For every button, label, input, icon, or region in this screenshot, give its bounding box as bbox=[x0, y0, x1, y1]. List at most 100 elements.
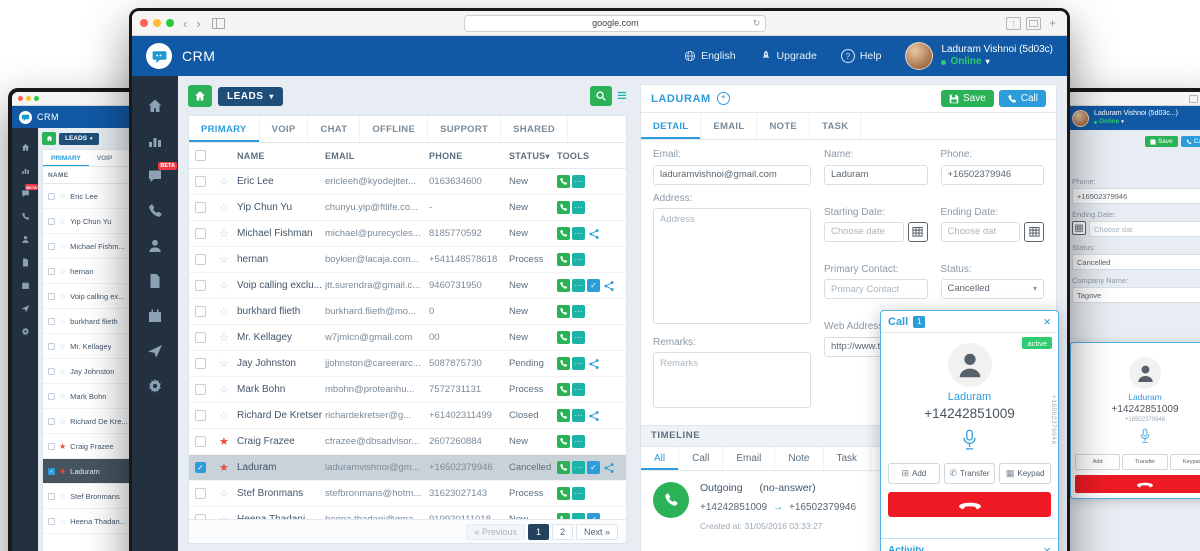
lead-row[interactable]: ☆ Yip Chun Yu chunyu.yip@ftlife.co... - New ·… bbox=[189, 195, 626, 221]
row-checkbox[interactable]: ✓ bbox=[195, 462, 206, 473]
lead-row[interactable]: ☆ hernan boykier@lacaja.com... +54114857861… bbox=[189, 247, 626, 273]
call-tool-icon[interactable] bbox=[557, 175, 570, 188]
timeline-tab-task[interactable]: Task bbox=[824, 446, 872, 470]
leads-tab-voip[interactable]: VOIP bbox=[260, 116, 309, 142]
star-icon[interactable]: ☆ bbox=[59, 517, 66, 526]
close-window-button[interactable] bbox=[140, 19, 148, 27]
row-checkbox[interactable] bbox=[195, 254, 206, 265]
email-field[interactable] bbox=[653, 164, 811, 185]
page-1-button[interactable]: 1 bbox=[527, 523, 549, 540]
user-icon[interactable] bbox=[12, 228, 38, 251]
lead-row[interactable]: ✓ ★ Laduram laduramvishnoi@gm... +1650237994… bbox=[189, 455, 626, 481]
call-button[interactable]: Call bbox=[1180, 136, 1200, 147]
call-tool-icon[interactable] bbox=[557, 487, 570, 500]
detail-tab-note[interactable]: NOTE bbox=[757, 113, 811, 139]
chat-tool-icon[interactable]: ··· bbox=[572, 357, 585, 370]
call-tool-icon[interactable] bbox=[557, 357, 570, 370]
minimize-window-button[interactable] bbox=[26, 96, 31, 101]
share-tool-icon[interactable] bbox=[587, 409, 600, 422]
address-field[interactable] bbox=[653, 207, 811, 324]
phone-icon[interactable] bbox=[132, 193, 178, 228]
status-badge[interactable]: Online ▾ bbox=[1094, 118, 1178, 126]
leads-tab-offline[interactable]: OFFLINE bbox=[360, 116, 429, 142]
remarks-field[interactable] bbox=[653, 351, 811, 408]
chat-tool-icon[interactable]: ··· bbox=[572, 435, 585, 448]
transfer-call-button[interactable]: ✆ Transfer bbox=[943, 463, 996, 484]
chat-tool-icon[interactable]: ··· bbox=[572, 331, 585, 344]
print-icon[interactable] bbox=[1189, 94, 1198, 103]
next-page-button[interactable]: Next » bbox=[575, 523, 618, 540]
zoom-window-button[interactable] bbox=[166, 19, 174, 27]
breadcrumb[interactable]: LEADS ▾ bbox=[59, 132, 99, 145]
lead-row[interactable]: ☆ Richard De Kretser richardekretser@g... +… bbox=[189, 403, 626, 429]
row-checkbox[interactable] bbox=[195, 176, 206, 187]
name-field[interactable] bbox=[824, 164, 928, 185]
lead-row[interactable]: ☆ Stef Bronmans stefbronmans@hotm... 316230… bbox=[189, 481, 626, 507]
call-tool-icon[interactable] bbox=[557, 279, 570, 292]
select-all-checkbox[interactable] bbox=[195, 150, 206, 161]
send-icon[interactable] bbox=[132, 333, 178, 368]
assign-tool-icon[interactable]: ✓ bbox=[587, 279, 600, 292]
doc-icon[interactable] bbox=[132, 263, 178, 298]
star-icon[interactable]: ★ bbox=[59, 442, 66, 451]
phone-column-header[interactable]: PHONE bbox=[429, 151, 509, 161]
gear-icon[interactable] bbox=[12, 320, 38, 343]
cal-icon[interactable] bbox=[132, 298, 178, 333]
chat-tool-icon[interactable]: ··· bbox=[572, 175, 585, 188]
timeline-tab-all[interactable]: All bbox=[641, 446, 680, 470]
lead-row[interactable]: ☆ Michael Fishman michael@purecycles... 818… bbox=[189, 221, 626, 247]
call-tool-icon[interactable] bbox=[557, 305, 570, 318]
status-select[interactable]: Cancelled ▾ bbox=[940, 278, 1044, 299]
calendar-icon[interactable] bbox=[1024, 221, 1044, 242]
name-column-header[interactable]: NAME bbox=[237, 151, 325, 161]
primary-contact-field[interactable] bbox=[824, 279, 928, 299]
bgl-tab-voip[interactable]: VOIP bbox=[89, 150, 121, 166]
gear-icon[interactable] bbox=[132, 368, 178, 403]
starting-date-field[interactable] bbox=[824, 221, 904, 242]
chat-tool-icon[interactable]: ··· bbox=[572, 461, 585, 474]
row-checkbox[interactable] bbox=[195, 436, 206, 447]
star-icon[interactable]: ☆ bbox=[219, 383, 237, 396]
cal-icon[interactable] bbox=[12, 274, 38, 297]
timeline-tab-call[interactable]: Call bbox=[679, 446, 724, 470]
help-menu[interactable]: ? Help bbox=[840, 49, 881, 63]
upgrade-link[interactable]: Upgrade bbox=[760, 50, 817, 62]
phone-field[interactable] bbox=[940, 164, 1044, 185]
star-icon[interactable]: ☆ bbox=[59, 367, 66, 376]
call-tool-icon[interactable] bbox=[557, 435, 570, 448]
timeline-tab-email[interactable]: Email bbox=[723, 446, 776, 470]
microphone-icon[interactable] bbox=[881, 429, 1058, 456]
star-icon[interactable]: ☆ bbox=[59, 217, 66, 226]
breadcrumb[interactable]: LEADS ▾ bbox=[218, 86, 283, 106]
keypad-button[interactable]: Keypad bbox=[1169, 454, 1200, 470]
star-icon[interactable]: ★ bbox=[59, 467, 66, 476]
star-icon[interactable]: ☆ bbox=[219, 253, 237, 266]
star-icon[interactable]: ☆ bbox=[219, 357, 237, 370]
previous-page-button[interactable]: « Previous bbox=[466, 523, 525, 540]
row-checkbox[interactable] bbox=[195, 410, 206, 421]
transfer-call-button[interactable]: Transfer bbox=[1122, 454, 1168, 470]
star-icon[interactable]: ☆ bbox=[219, 201, 237, 214]
chart-icon[interactable] bbox=[132, 123, 178, 158]
ending-date-field[interactable]: Choose dat bbox=[1089, 221, 1200, 237]
minimize-window-button[interactable] bbox=[153, 19, 161, 27]
share-tool-icon[interactable] bbox=[587, 227, 600, 240]
phone-field[interactable]: +16502379946 bbox=[1072, 188, 1200, 204]
save-button[interactable]: Save bbox=[940, 90, 994, 107]
call-tool-icon[interactable] bbox=[557, 253, 570, 266]
lead-row[interactable]: ☆ Jay Johnston jjohnston@careerarc... 50878… bbox=[189, 351, 626, 377]
leads-tab-primary[interactable]: PRIMARY bbox=[189, 116, 260, 142]
row-checkbox[interactable] bbox=[48, 242, 55, 250]
share-tool-icon[interactable] bbox=[587, 357, 600, 370]
row-checkbox[interactable] bbox=[195, 280, 206, 291]
star-icon[interactable]: ★ bbox=[219, 435, 237, 448]
home-button[interactable] bbox=[188, 85, 212, 107]
hangup-button[interactable] bbox=[888, 492, 1051, 517]
address-bar[interactable]: google.com ↻ bbox=[464, 14, 767, 32]
star-icon[interactable]: ☆ bbox=[59, 192, 66, 201]
status-select[interactable]: Cancelled ▾ bbox=[1072, 254, 1200, 270]
row-checkbox[interactable] bbox=[48, 217, 55, 225]
star-icon[interactable]: ☆ bbox=[59, 242, 66, 251]
star-icon[interactable]: ☆ bbox=[219, 487, 237, 500]
row-checkbox[interactable] bbox=[48, 442, 55, 450]
